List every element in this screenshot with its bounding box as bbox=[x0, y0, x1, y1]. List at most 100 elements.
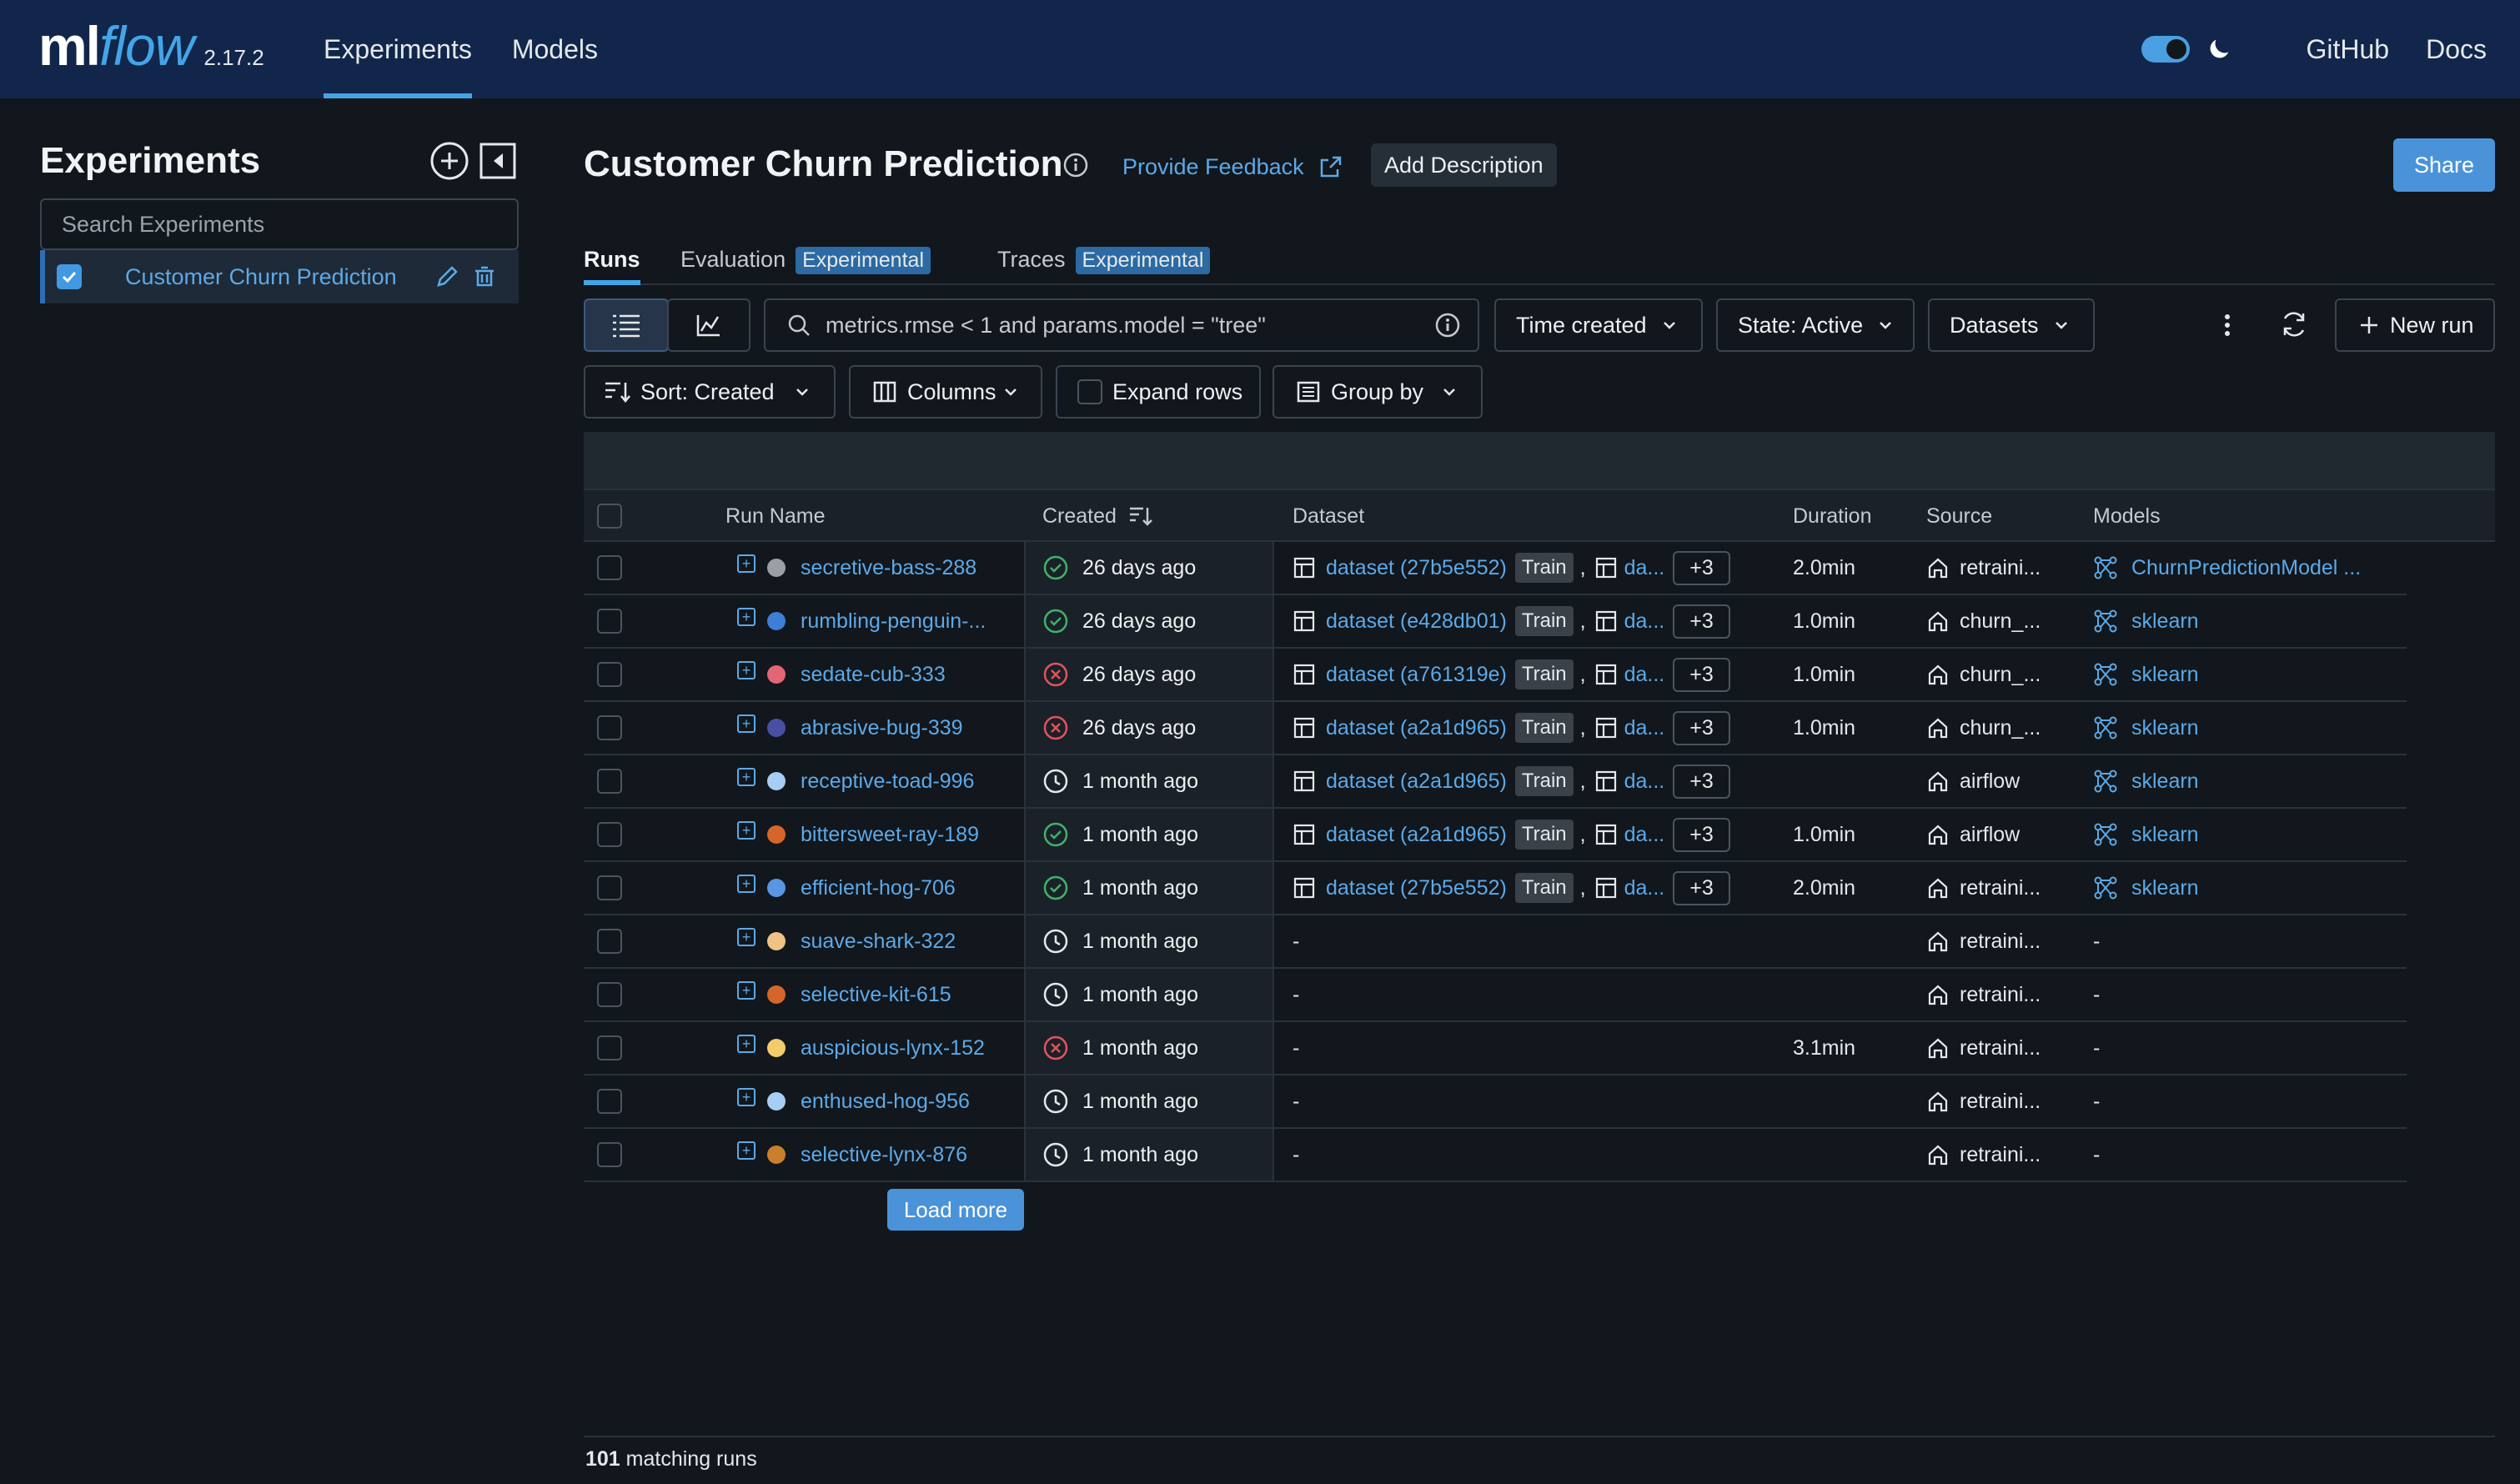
row-select-cell[interactable] bbox=[597, 915, 622, 967]
run-color-dot[interactable] bbox=[767, 985, 786, 1004]
source-cell[interactable]: airflow bbox=[1926, 809, 2020, 860]
run-name-link[interactable]: sedate-cub-333 bbox=[801, 663, 946, 687]
source-cell[interactable]: retraini... bbox=[1926, 862, 2041, 914]
col-run-name[interactable]: Run Name bbox=[725, 490, 826, 542]
expand-icon[interactable]: + bbox=[737, 554, 755, 573]
row-select-cell[interactable] bbox=[597, 702, 622, 754]
table-row[interactable]: + abrasive-bug-339 26 days ago dataset (a2a… bbox=[584, 702, 2407, 755]
source-cell[interactable]: churn_... bbox=[1926, 702, 2041, 754]
delete-icon[interactable] bbox=[472, 263, 497, 290]
row-checkbox[interactable] bbox=[597, 555, 622, 580]
row-select-cell[interactable] bbox=[597, 755, 622, 807]
add-description-button[interactable]: Add Description bbox=[1371, 143, 1557, 187]
dataset-link[interactable]: dataset (a2a1d965) bbox=[1326, 716, 1507, 740]
dataset-link-truncated[interactable]: da... bbox=[1624, 609, 1665, 634]
dataset-link[interactable]: dataset (a2a1d965) bbox=[1326, 770, 1507, 794]
row-checkbox[interactable] bbox=[597, 1142, 622, 1167]
runs-search-input[interactable]: metrics.rmse < 1 and params.model = "tre… bbox=[764, 298, 1479, 352]
provide-feedback-link[interactable]: Provide Feedback bbox=[1122, 153, 1344, 180]
load-more-button[interactable]: Load more bbox=[887, 1189, 1024, 1231]
run-color-dot[interactable] bbox=[767, 719, 786, 737]
row-checkbox[interactable] bbox=[597, 662, 622, 687]
row-select-cell[interactable] bbox=[597, 542, 622, 594]
collapse-sidebar-icon[interactable] bbox=[477, 140, 519, 182]
info-icon[interactable] bbox=[1434, 312, 1461, 338]
dataset-link[interactable]: dataset (a761319e) bbox=[1326, 663, 1507, 687]
dataset-link-truncated[interactable]: da... bbox=[1624, 770, 1665, 794]
dataset-link-truncated[interactable]: da... bbox=[1624, 823, 1665, 847]
row-checkbox[interactable] bbox=[597, 822, 622, 847]
more-datasets-button[interactable]: +3 bbox=[1673, 657, 1730, 692]
source-cell[interactable]: retraini... bbox=[1926, 1022, 2041, 1074]
group-by-dropdown[interactable]: Group by bbox=[1273, 365, 1483, 419]
docs-link[interactable]: Docs bbox=[2426, 34, 2487, 65]
source-cell[interactable]: churn_... bbox=[1926, 595, 2041, 647]
sidebar-item-experiment[interactable]: Customer Churn Prediction bbox=[40, 250, 519, 303]
table-row[interactable]: + bittersweet-ray-189 1 month ago dataset (… bbox=[584, 809, 2407, 862]
expand-icon[interactable]: + bbox=[737, 928, 755, 946]
col-source[interactable]: Source bbox=[1926, 490, 1992, 542]
model-link[interactable]: sklearn bbox=[2131, 716, 2199, 740]
row-select-cell[interactable] bbox=[597, 595, 622, 647]
more-datasets-button[interactable]: +3 bbox=[1673, 764, 1730, 799]
model-link[interactable]: sklearn bbox=[2131, 823, 2199, 847]
table-row[interactable]: + enthused-hog-956 1 month ago - retraini...… bbox=[584, 1075, 2407, 1129]
dataset-link-truncated[interactable]: da... bbox=[1624, 876, 1665, 900]
select-all-checkbox[interactable] bbox=[597, 504, 622, 529]
experiment-checkbox[interactable] bbox=[57, 264, 82, 289]
share-button[interactable]: Share bbox=[2393, 138, 2495, 192]
col-models[interactable]: Models bbox=[2093, 490, 2161, 542]
dataset-link[interactable]: dataset (e428db01) bbox=[1326, 609, 1507, 634]
nav-models[interactable]: Models bbox=[512, 0, 598, 98]
table-row[interactable]: + efficient-hog-706 1 month ago dataset (27… bbox=[584, 862, 2407, 915]
new-run-button[interactable]: New run bbox=[2335, 298, 2495, 352]
expand-icon[interactable]: + bbox=[737, 1035, 755, 1053]
source-cell[interactable]: retraini... bbox=[1926, 542, 2041, 594]
more-datasets-button[interactable]: +3 bbox=[1673, 550, 1730, 585]
theme-toggle[interactable] bbox=[2141, 36, 2190, 63]
row-select-cell[interactable] bbox=[597, 809, 622, 860]
source-cell[interactable]: retraini... bbox=[1926, 915, 2041, 967]
row-checkbox[interactable] bbox=[597, 609, 622, 634]
row-select-cell[interactable] bbox=[597, 862, 622, 914]
table-row[interactable]: + sedate-cub-333 26 days ago dataset (a7613… bbox=[584, 649, 2407, 702]
chart-view-button[interactable] bbox=[667, 298, 750, 352]
nav-experiments[interactable]: Experiments bbox=[324, 0, 472, 98]
expand-icon[interactable]: + bbox=[737, 821, 755, 840]
run-color-dot[interactable] bbox=[767, 879, 786, 897]
col-duration[interactable]: Duration bbox=[1793, 490, 1872, 542]
table-row[interactable]: + secretive-bass-288 26 days ago dataset (2… bbox=[584, 542, 2407, 595]
run-name-link[interactable]: selective-kit-615 bbox=[801, 983, 951, 1007]
refresh-icon[interactable] bbox=[2280, 310, 2308, 338]
col-created[interactable]: Created bbox=[1042, 490, 1153, 542]
run-color-dot[interactable] bbox=[767, 1092, 786, 1110]
run-name-link[interactable]: selective-lynx-876 bbox=[801, 1143, 967, 1167]
run-name-link[interactable]: efficient-hog-706 bbox=[801, 876, 956, 900]
run-name-link[interactable]: suave-shark-322 bbox=[801, 930, 956, 954]
run-color-dot[interactable] bbox=[767, 825, 786, 844]
table-row[interactable]: + auspicious-lynx-152 1 month ago - 3.1min re… bbox=[584, 1022, 2407, 1075]
expand-icon[interactable]: + bbox=[737, 661, 755, 679]
source-cell[interactable]: retraini... bbox=[1926, 1075, 2041, 1127]
run-color-dot[interactable] bbox=[767, 1146, 786, 1164]
table-row[interactable]: + selective-lynx-876 1 month ago - retraini.… bbox=[584, 1129, 2407, 1182]
row-checkbox[interactable] bbox=[597, 1035, 622, 1060]
run-color-dot[interactable] bbox=[767, 932, 786, 950]
run-name-link[interactable]: receptive-toad-996 bbox=[801, 770, 974, 794]
dataset-link-truncated[interactable]: da... bbox=[1624, 716, 1665, 740]
row-select-cell[interactable] bbox=[597, 649, 622, 700]
columns-dropdown[interactable]: Columns bbox=[849, 365, 1042, 419]
dataset-link[interactable]: dataset (27b5e552) bbox=[1326, 876, 1507, 900]
expand-icon[interactable]: + bbox=[737, 1141, 755, 1160]
row-select-cell[interactable] bbox=[597, 1075, 622, 1127]
sort-dropdown[interactable]: Sort: Created bbox=[584, 365, 836, 419]
run-color-dot[interactable] bbox=[767, 559, 786, 577]
select-all-cell[interactable] bbox=[597, 490, 622, 542]
dataset-link-truncated[interactable]: da... bbox=[1624, 556, 1665, 580]
expand-icon[interactable]: + bbox=[737, 608, 755, 626]
run-name-link[interactable]: abrasive-bug-339 bbox=[801, 716, 963, 740]
more-options-icon[interactable] bbox=[2215, 312, 2240, 338]
row-checkbox[interactable] bbox=[597, 715, 622, 740]
tab-traces[interactable]: Traces Experimental bbox=[997, 242, 1211, 285]
run-name-link[interactable]: enthused-hog-956 bbox=[801, 1090, 970, 1114]
